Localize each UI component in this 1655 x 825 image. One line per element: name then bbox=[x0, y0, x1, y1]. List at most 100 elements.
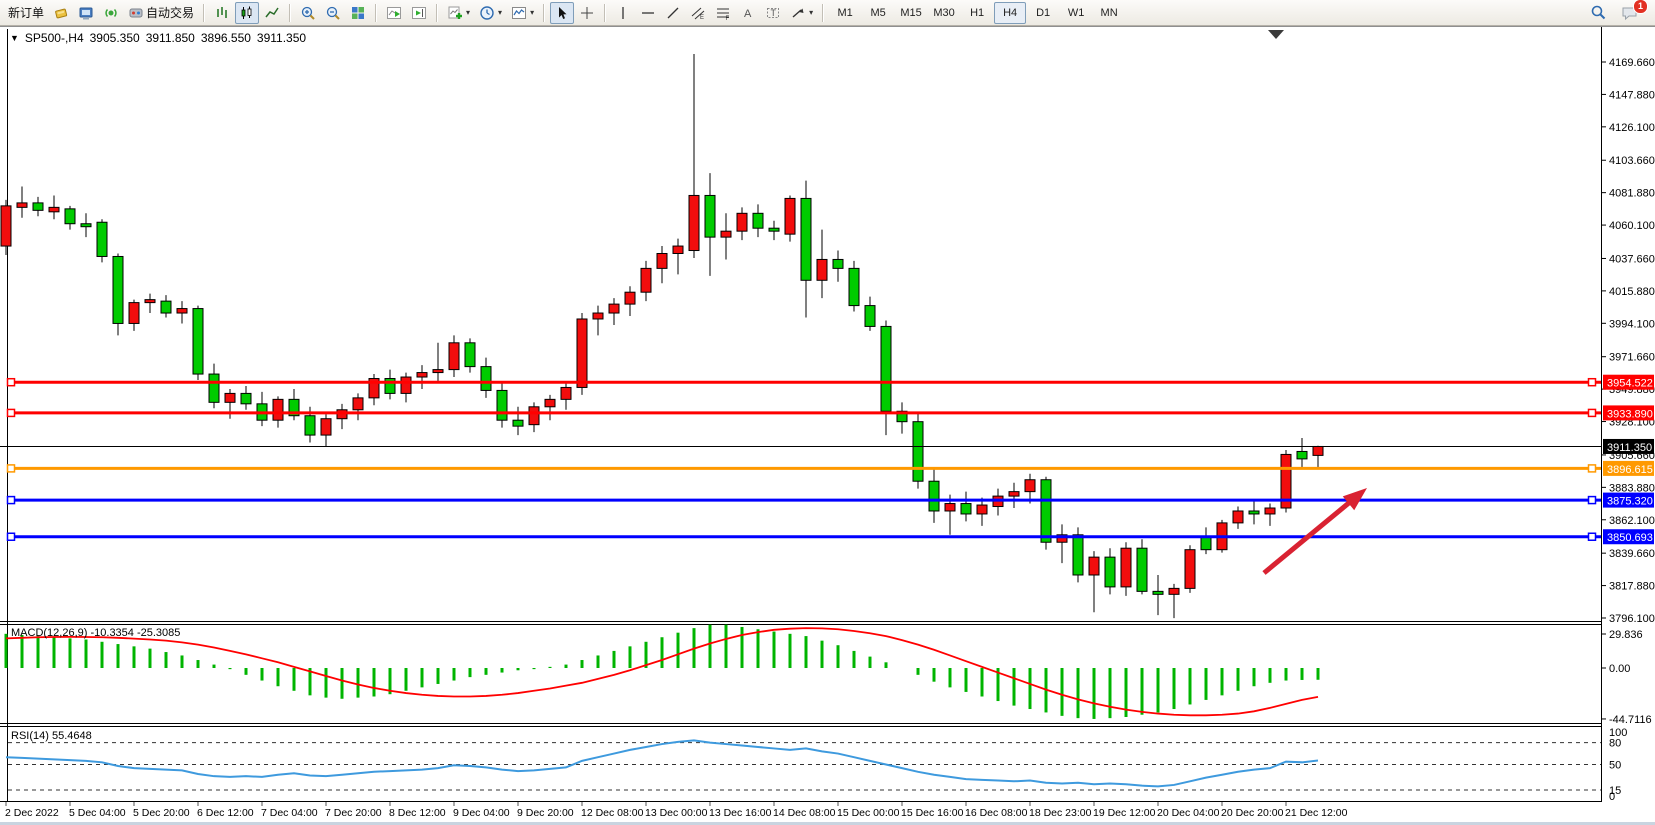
separator bbox=[375, 4, 377, 22]
candle bbox=[193, 306, 203, 380]
separator bbox=[822, 4, 824, 22]
open-value: 3905.350 bbox=[90, 31, 140, 45]
arrows-icon bbox=[790, 5, 806, 21]
chart-line-button[interactable] bbox=[260, 2, 284, 24]
trendline-icon bbox=[665, 5, 681, 21]
chart-candles-button[interactable] bbox=[235, 2, 259, 24]
timeframe-h4[interactable]: H4 bbox=[994, 2, 1026, 24]
candle bbox=[657, 246, 667, 283]
candle bbox=[257, 392, 267, 426]
candle bbox=[1057, 524, 1067, 563]
candle bbox=[929, 468, 939, 523]
zoom-out-icon bbox=[325, 5, 341, 21]
arrows-button[interactable]: ▾ bbox=[786, 2, 817, 24]
search-button[interactable] bbox=[1586, 2, 1611, 24]
candle bbox=[1297, 438, 1307, 469]
signal-icon bbox=[103, 5, 119, 21]
time-tick-label: 18 Dec 23:00 bbox=[1029, 807, 1092, 819]
timeframe-m30[interactable]: M30 bbox=[928, 2, 960, 24]
candle bbox=[513, 407, 523, 435]
line-handle[interactable] bbox=[8, 497, 15, 504]
line-handle[interactable] bbox=[1589, 497, 1596, 504]
candle bbox=[481, 358, 491, 398]
candle bbox=[1089, 551, 1099, 612]
line-handle[interactable] bbox=[8, 533, 15, 540]
svg-text:3850.693: 3850.693 bbox=[1607, 532, 1653, 544]
autotrading-icon bbox=[128, 5, 144, 21]
cursor-button[interactable] bbox=[550, 2, 574, 24]
time-tick-label: 8 Dec 12:00 bbox=[389, 807, 446, 819]
autotrading-button[interactable]: 自动交易 bbox=[124, 2, 198, 24]
rsi-tick-label: 80 bbox=[1609, 738, 1621, 750]
separator bbox=[289, 4, 291, 22]
timeframe-h1[interactable]: H1 bbox=[961, 2, 993, 24]
price-tick-label: 3994.100 bbox=[1609, 318, 1655, 330]
text-button[interactable]: A bbox=[736, 2, 760, 24]
time-tick-label: 14 Dec 08:00 bbox=[773, 807, 836, 819]
bars-chart-icon bbox=[214, 5, 230, 21]
time-tick-label: 2 Dec 2022 bbox=[5, 807, 59, 819]
candle bbox=[1201, 527, 1211, 554]
candle bbox=[817, 230, 827, 298]
timeframe-d1[interactable]: D1 bbox=[1027, 2, 1059, 24]
terminal-button[interactable] bbox=[74, 2, 98, 24]
candle bbox=[129, 300, 139, 331]
templates-button[interactable]: ▾ bbox=[507, 2, 538, 24]
candle bbox=[1185, 545, 1195, 593]
line-handle[interactable] bbox=[1589, 465, 1596, 472]
templates-icon bbox=[511, 5, 527, 21]
notifications-button[interactable]: 1 bbox=[1617, 2, 1643, 24]
vline-button[interactable] bbox=[611, 2, 635, 24]
new-chart-icon bbox=[447, 5, 463, 21]
chart-shift-button[interactable] bbox=[407, 2, 431, 24]
timeframe-m5[interactable]: M5 bbox=[862, 2, 894, 24]
time-tick-label: 15 Dec 16:00 bbox=[901, 807, 964, 819]
text-icon: A bbox=[740, 5, 756, 21]
hline-button[interactable] bbox=[636, 2, 660, 24]
zoom-in-button[interactable] bbox=[296, 2, 320, 24]
line-handle[interactable] bbox=[1589, 409, 1596, 416]
time-tick-label: 5 Dec 04:00 bbox=[69, 807, 126, 819]
periods-button[interactable]: ▾ bbox=[475, 2, 506, 24]
timeframe-mn[interactable]: MN bbox=[1093, 2, 1125, 24]
candle bbox=[209, 364, 219, 409]
dropdown-arrow-icon: ▾ bbox=[809, 8, 813, 17]
gold-badge-button[interactable] bbox=[49, 2, 73, 24]
price-tick-label: 4103.660 bbox=[1609, 155, 1655, 167]
crosshair-button[interactable] bbox=[575, 2, 599, 24]
line-handle[interactable] bbox=[8, 465, 15, 472]
candle bbox=[1137, 539, 1147, 594]
chart-bars-button[interactable] bbox=[210, 2, 234, 24]
tile-windows-button[interactable] bbox=[346, 2, 370, 24]
dropdown-arrow-icon: ▾ bbox=[498, 8, 502, 17]
tile-windows-icon bbox=[350, 5, 366, 21]
line-handle[interactable] bbox=[8, 379, 15, 386]
chart-shift-icon bbox=[411, 5, 427, 21]
trendline-button[interactable] bbox=[661, 2, 685, 24]
chart-shift-marker-icon[interactable] bbox=[1268, 30, 1284, 39]
separator bbox=[436, 4, 438, 22]
chart-canvas[interactable]: 4169.6604147.8804126.1004103.6604081.880… bbox=[0, 27, 1655, 825]
fibonacci-button[interactable]: F bbox=[711, 2, 735, 24]
candle bbox=[161, 295, 171, 317]
signal-button[interactable] bbox=[99, 2, 123, 24]
zoom-out-button[interactable] bbox=[321, 2, 345, 24]
timeframe-m1[interactable]: M1 bbox=[829, 2, 861, 24]
candle bbox=[1265, 504, 1275, 526]
label-button[interactable]: T bbox=[761, 2, 785, 24]
collapse-panel-arrow-icon[interactable]: ▼ bbox=[10, 33, 19, 43]
new-chart-button[interactable]: ▾ bbox=[443, 2, 474, 24]
auto-scroll-button[interactable] bbox=[382, 2, 406, 24]
timeframe-m15[interactable]: M15 bbox=[895, 2, 927, 24]
line-handle[interactable] bbox=[1589, 379, 1596, 386]
new-order-button[interactable]: 新订单 bbox=[4, 2, 48, 24]
candle bbox=[1, 200, 11, 255]
candle bbox=[177, 301, 187, 323]
candle bbox=[497, 381, 507, 427]
channel-button[interactable]: E bbox=[686, 2, 710, 24]
price-tick-label: 3862.100 bbox=[1609, 515, 1655, 527]
line-handle[interactable] bbox=[1589, 533, 1596, 540]
candle bbox=[1041, 477, 1051, 550]
line-handle[interactable] bbox=[8, 409, 15, 416]
timeframe-w1[interactable]: W1 bbox=[1060, 2, 1092, 24]
